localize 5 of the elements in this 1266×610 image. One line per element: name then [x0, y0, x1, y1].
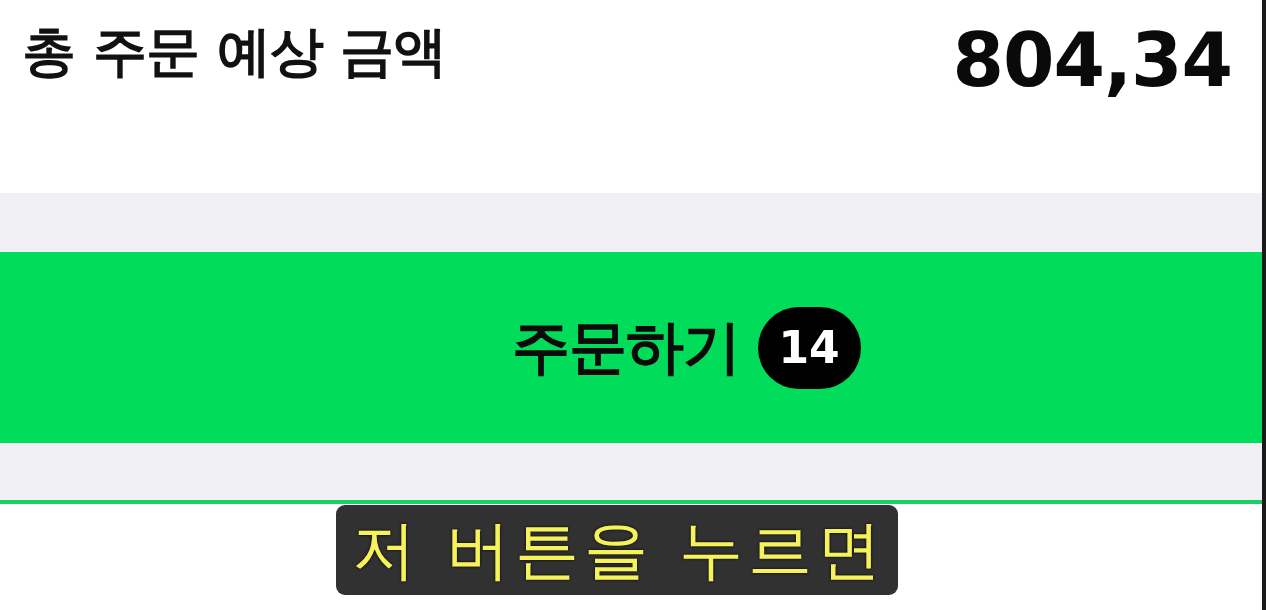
order-button[interactable]: 주문하기 14	[0, 252, 1262, 443]
total-amount: 804,34	[952, 20, 1232, 102]
total-label: 총 주문 예상 금액	[22, 20, 447, 85]
count-badge: 14	[757, 306, 861, 389]
video-subtitle: 저 버튼을 누르면	[336, 505, 898, 595]
